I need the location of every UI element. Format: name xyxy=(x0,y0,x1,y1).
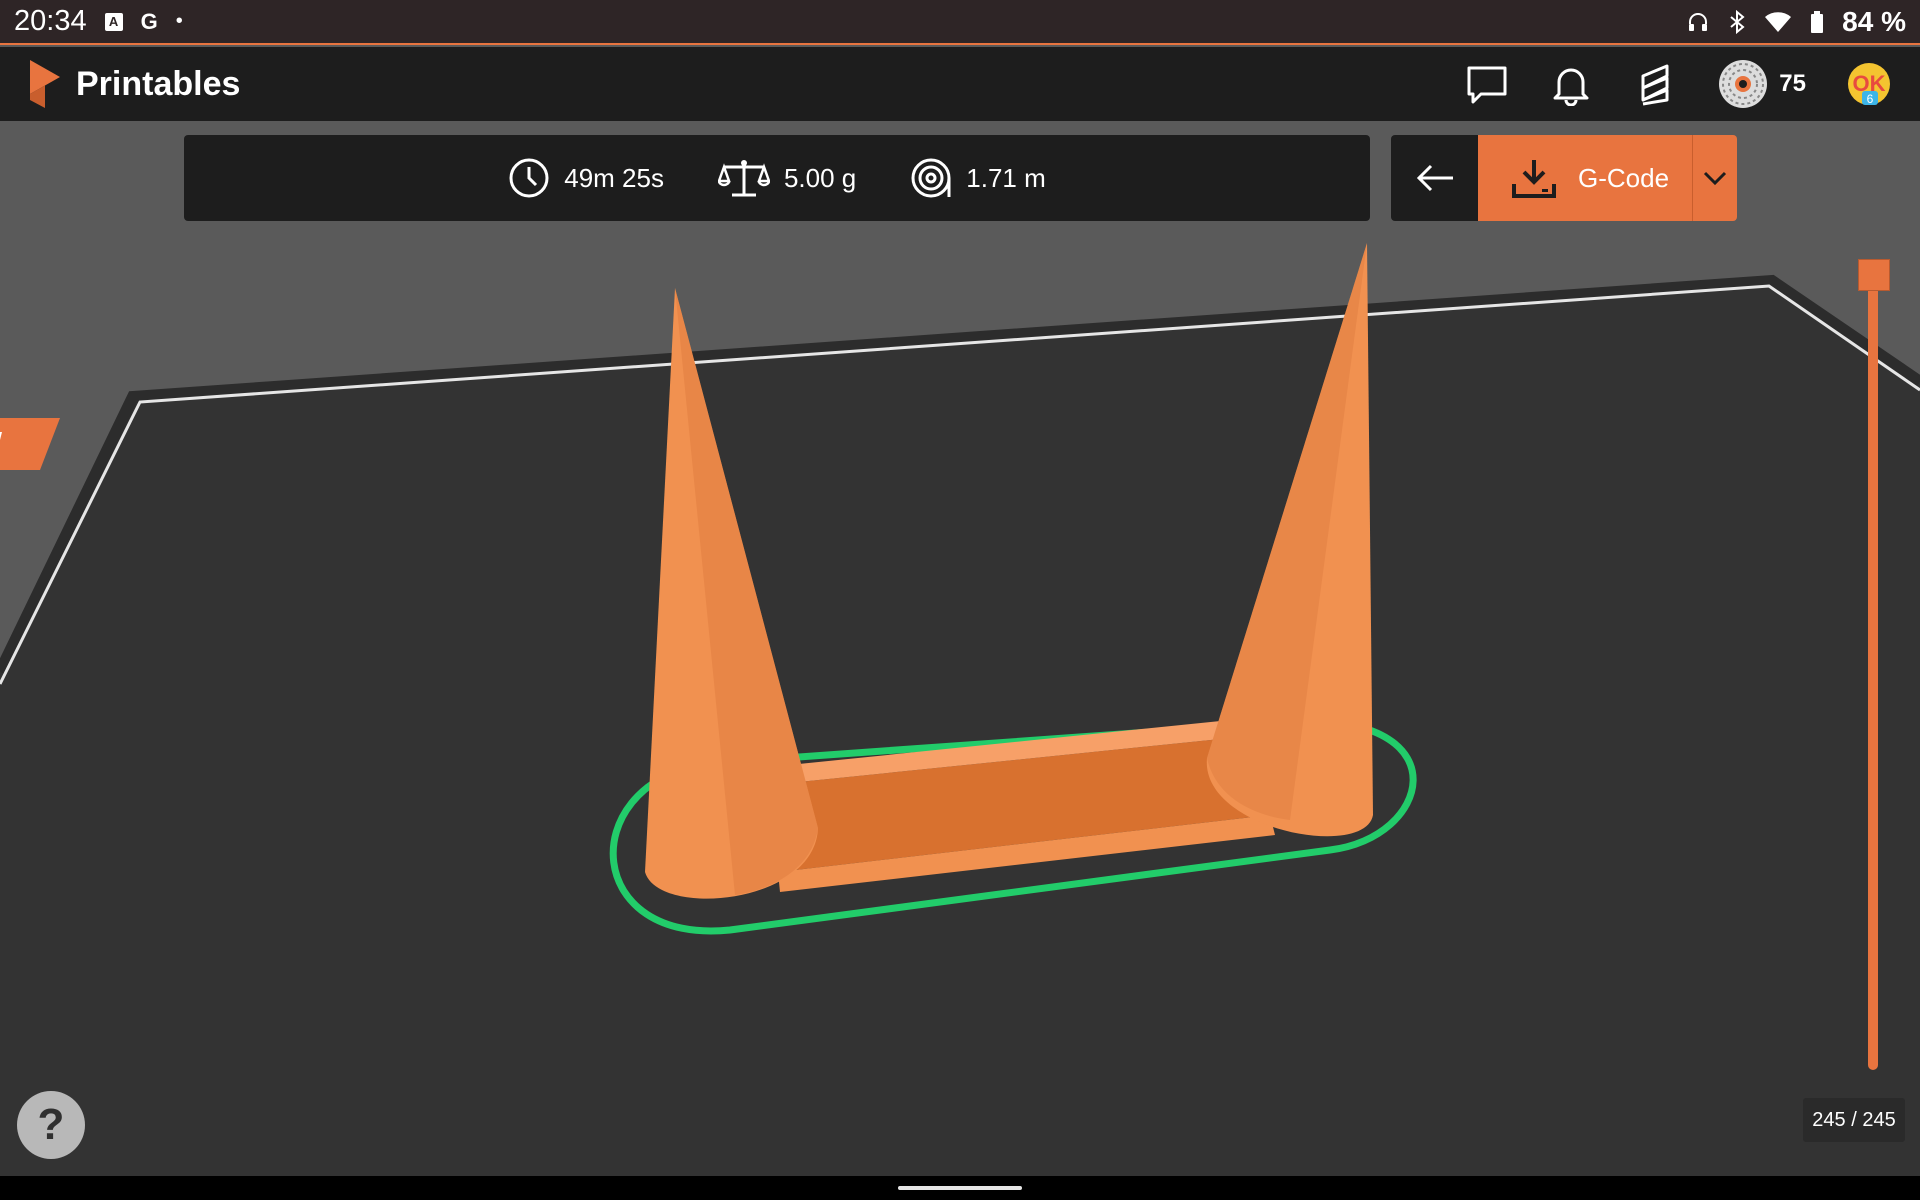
a-icon: A xyxy=(104,12,123,31)
chat-icon[interactable] xyxy=(1465,62,1509,106)
help-button[interactable]: ? xyxy=(17,1091,85,1159)
battery-level: 84 % xyxy=(1842,5,1906,37)
bluetooth-icon xyxy=(1730,9,1745,34)
status-bar: 20:34 A G • 84 % xyxy=(0,0,1920,45)
status-time: 20:34 xyxy=(14,5,87,37)
print-weight: 5.00 g xyxy=(783,162,857,193)
print-time: 49m 25s xyxy=(564,162,664,193)
gcode-preview-viewport[interactable] xyxy=(0,121,1920,1176)
print-bed xyxy=(0,281,1920,1176)
avatar-badge: 6 xyxy=(1867,92,1874,106)
scale-icon xyxy=(717,160,770,197)
brand-name: Printables xyxy=(76,64,241,103)
google-icon: G xyxy=(140,8,158,34)
filament-length: 1.71 m xyxy=(966,162,1046,193)
battery-icon xyxy=(1811,10,1824,33)
back-button[interactable] xyxy=(1391,135,1478,221)
print-bed-scene xyxy=(0,243,1920,1176)
header-actions: 75 OK 6 xyxy=(1465,58,1892,110)
print-weight-stat: 5.00 g xyxy=(717,157,857,199)
app-header: Printables 75 OK 6 xyxy=(0,47,1920,121)
download-gcode-button[interactable]: G-Code xyxy=(1478,135,1692,221)
action-group: G-Code xyxy=(1391,135,1737,221)
bell-icon[interactable] xyxy=(1549,62,1593,106)
home-indicator[interactable] xyxy=(898,1186,1022,1190)
print-stats-bar: 49m 25s 5.00 g 1.71 m xyxy=(184,135,1370,221)
credits-count: 75 xyxy=(1779,70,1806,97)
chevron-down-icon xyxy=(1703,171,1727,186)
printables-logo-icon xyxy=(30,60,60,108)
side-panel-tab[interactable] xyxy=(0,418,60,470)
layer-count: 245 / 245 xyxy=(1803,1098,1905,1142)
slicer-icon[interactable] xyxy=(1633,62,1677,106)
credits[interactable]: 75 xyxy=(1717,58,1806,110)
brand[interactable]: Printables xyxy=(28,60,240,108)
headphones-icon xyxy=(1689,12,1708,31)
arrow-left-icon xyxy=(1416,164,1453,192)
filament-spool-icon xyxy=(1719,60,1768,108)
dot-icon: • xyxy=(175,10,183,32)
filament-length-stat: 1.71 m xyxy=(910,157,1046,199)
download-options-button[interactable] xyxy=(1692,135,1737,221)
filament-icon xyxy=(911,158,951,198)
clock-icon xyxy=(509,158,549,198)
status-left: 20:34 A G • xyxy=(14,5,183,38)
print-time-stat: 49m 25s xyxy=(508,157,664,199)
layer-slider-track[interactable] xyxy=(1868,275,1878,1070)
status-right: 84 % xyxy=(1686,6,1906,38)
download-gcode-label: G-Code xyxy=(1578,162,1670,193)
wifi-icon xyxy=(1765,11,1792,32)
download-icon xyxy=(1512,160,1556,198)
avatar[interactable]: OK 6 xyxy=(1846,61,1892,107)
layer-slider-handle[interactable] xyxy=(1858,259,1890,291)
